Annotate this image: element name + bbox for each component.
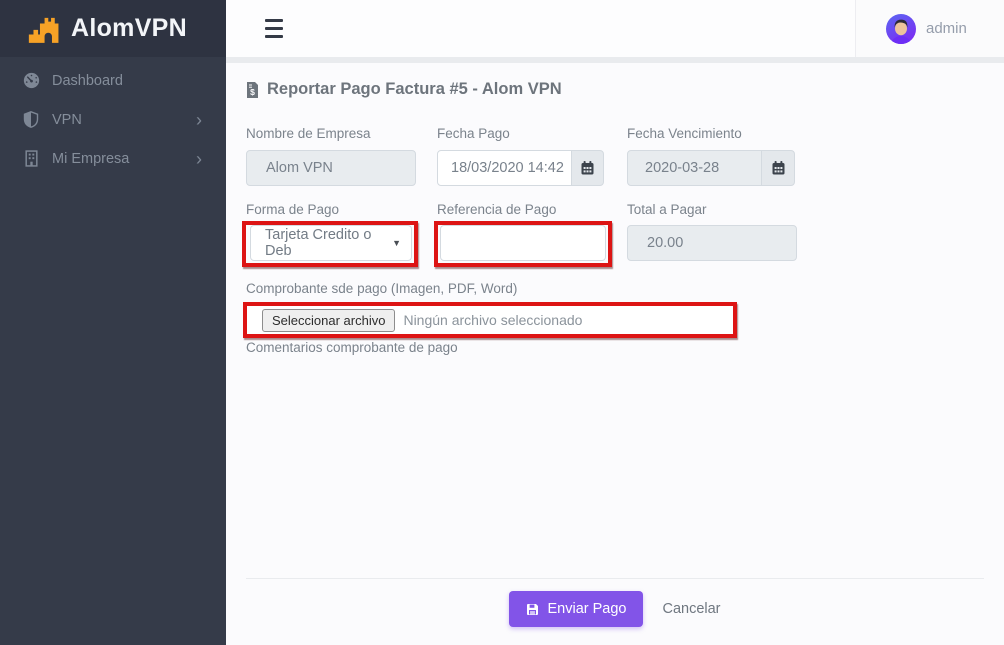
chevron-right-icon: › xyxy=(196,111,202,129)
referencia-pago-input[interactable] xyxy=(440,225,606,261)
brand-name: AlomVPN xyxy=(71,14,187,43)
user-avatar xyxy=(886,14,916,44)
sidebar-item-mi-empresa[interactable]: Mi Empresa › xyxy=(0,139,226,178)
sidebar-item-vpn[interactable]: VPN › xyxy=(0,100,226,139)
sidebar: AlomVPN Dashboard xyxy=(0,0,226,645)
sidebar-item-label: VPN xyxy=(52,112,82,128)
main-column: admin $ Reportar Pago Factura #5 - Alom … xyxy=(226,0,1004,645)
file-select-button[interactable]: Seleccionar archivo xyxy=(262,309,395,332)
file-status-text: Ningún archivo seleccionado xyxy=(403,312,582,328)
fecha-vencimiento-input xyxy=(627,150,762,186)
fecha-vencimiento-calendar-button[interactable] xyxy=(761,150,795,186)
fecha-pago-label: Fecha Pago xyxy=(437,126,510,141)
sidebar-item-label: Dashboard xyxy=(52,73,123,89)
forma-pago-select[interactable]: Tarjeta Credito o Deb ▼ xyxy=(250,225,412,261)
cancelar-link[interactable]: Cancelar xyxy=(662,601,720,617)
brand[interactable]: AlomVPN xyxy=(0,0,226,57)
comprobante-file-input[interactable]: Seleccionar archivo Ningún archivo selec… xyxy=(243,302,737,338)
payment-form-card: $ Reportar Pago Factura #5 - Alom VPN No… xyxy=(226,63,1004,645)
referencia-pago-label: Referencia de Pago xyxy=(437,202,556,217)
save-icon xyxy=(526,603,539,616)
svg-text:$: $ xyxy=(250,87,255,97)
brand-fort-icon xyxy=(27,15,64,43)
page-title: $ Reportar Pago Factura #5 - Alom VPN xyxy=(246,80,562,99)
forma-pago-label: Forma de Pago xyxy=(246,202,339,217)
username-label: admin xyxy=(926,20,967,37)
user-menu[interactable]: admin xyxy=(855,0,1004,57)
select-arrow-icon: ▼ xyxy=(392,238,401,248)
menu-toggle-button[interactable] xyxy=(265,19,283,38)
app-window: AlomVPN Dashboard xyxy=(0,0,1004,645)
footer-divider xyxy=(246,578,984,579)
invoice-icon: $ xyxy=(246,82,259,98)
chevron-right-icon: › xyxy=(196,150,202,168)
total-pagar-label: Total a Pagar xyxy=(627,202,707,217)
form-actions: Enviar Pago Cancelar xyxy=(226,591,1004,627)
sidebar-menu: Dashboard VPN › xyxy=(0,57,226,178)
page-title-text: Reportar Pago Factura #5 - Alom VPN xyxy=(267,80,562,99)
comentarios-label: Comentarios comprobante de pago xyxy=(246,340,458,355)
comprobante-label: Comprobante sde pago (Imagen, PDF, Word) xyxy=(246,281,517,296)
forma-pago-selected-value: Tarjeta Credito o Deb xyxy=(265,227,392,259)
topbar: admin xyxy=(226,0,1004,57)
total-pagar-input xyxy=(627,225,797,261)
dashboard-icon xyxy=(22,72,40,89)
enviar-pago-button[interactable]: Enviar Pago xyxy=(509,591,643,627)
building-icon xyxy=(22,150,40,167)
sidebar-item-label: Mi Empresa xyxy=(52,151,129,167)
calendar-icon xyxy=(772,161,785,175)
nombre-empresa-input xyxy=(246,150,416,186)
sidebar-item-dashboard[interactable]: Dashboard xyxy=(0,61,226,100)
fecha-pago-input[interactable] xyxy=(437,150,572,186)
enviar-pago-label: Enviar Pago xyxy=(547,601,626,617)
nombre-empresa-label: Nombre de Empresa xyxy=(246,126,371,141)
calendar-icon xyxy=(581,161,594,175)
fecha-vencimiento-label: Fecha Vencimiento xyxy=(627,126,742,141)
fecha-pago-calendar-button[interactable] xyxy=(571,150,604,186)
shield-icon xyxy=(22,111,40,128)
